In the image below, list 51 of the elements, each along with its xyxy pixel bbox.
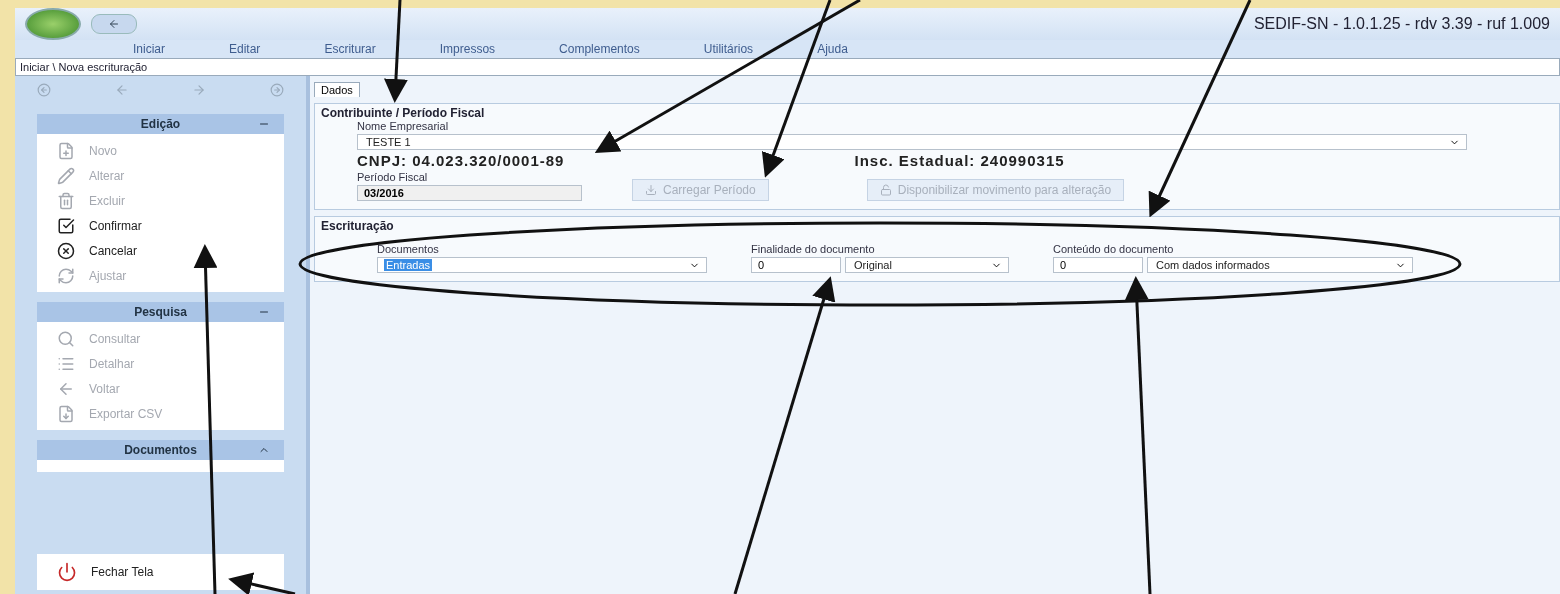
menu-item[interactable]: Ajuda (817, 40, 848, 58)
annotation-arrow (228, 572, 296, 594)
field-label: Documentos (377, 243, 440, 255)
panel-title: Edição (140, 117, 181, 131)
quick-access-button[interactable] (91, 14, 137, 34)
menu-item[interactable]: Impressos (439, 40, 496, 58)
item-icon (57, 241, 75, 260)
item-icon (57, 191, 75, 210)
dropdown[interactable]: Com dados informados (1147, 257, 1413, 273)
group-title: Contribuinte / Período Fiscal (321, 106, 486, 120)
dropdown[interactable]: Entradas (377, 257, 707, 273)
code-field[interactable]: 0 (751, 257, 841, 273)
group-title: Escrituração (321, 219, 395, 233)
period-field[interactable]: 03/2016 (357, 185, 582, 201)
item-icon (57, 404, 75, 423)
item-icon (57, 216, 75, 235)
cnpj-text: CNPJ: 04.023.320/0001-89 (357, 152, 565, 169)
menu-item[interactable]: Utilitários (703, 40, 754, 58)
item-icon (57, 141, 75, 160)
power-icon (57, 562, 77, 582)
last-icon[interactable] (269, 83, 284, 97)
forward-icon[interactable] (192, 83, 207, 97)
app-menu-button[interactable] (25, 8, 81, 40)
state-registration-text: Insc. Estadual: 240990315 (854, 152, 1065, 169)
arrow-left-icon (108, 18, 120, 30)
sidebar-item[interactable]: Confirmar (57, 215, 264, 236)
first-icon[interactable] (37, 83, 51, 97)
menu-item[interactable]: Iniciar (133, 40, 165, 58)
menu-item[interactable]: Editar (229, 40, 261, 58)
field-label: Finalidade do documento (751, 243, 876, 255)
tab[interactable]: Dados (314, 82, 360, 97)
menu-item[interactable]: Complementos (559, 40, 640, 58)
sidebar-item[interactable]: Cancelar (57, 240, 264, 261)
panel-title: Documentos (124, 443, 197, 457)
dropdown[interactable]: TESTE 1 (357, 134, 1467, 150)
close-screen-button[interactable]: Fechar Tela (37, 554, 284, 590)
panel-title: Pesquisa (134, 305, 187, 319)
code-field[interactable]: 0 (1053, 257, 1143, 273)
item-icon (57, 166, 75, 185)
dropdown[interactable]: Original (845, 257, 1009, 273)
back-icon[interactable] (114, 83, 129, 97)
field-label: Nome Empresarial (357, 120, 450, 132)
breadcrumb: Iniciar \ Nova escrituração (15, 58, 1560, 76)
window-title: SEDIF-SN - 1.0.1.25 - rdv 3.39 - ruf 1.009 (1253, 15, 1550, 33)
download-icon (645, 184, 657, 196)
item-icon (57, 266, 75, 285)
field-label: Conteúdo do documento (1053, 243, 1175, 255)
item-icon (57, 329, 75, 348)
unlock-icon (879, 184, 892, 196)
field-label: Período Fiscal (357, 171, 429, 183)
menu-item[interactable]: Escriturar (324, 40, 376, 58)
